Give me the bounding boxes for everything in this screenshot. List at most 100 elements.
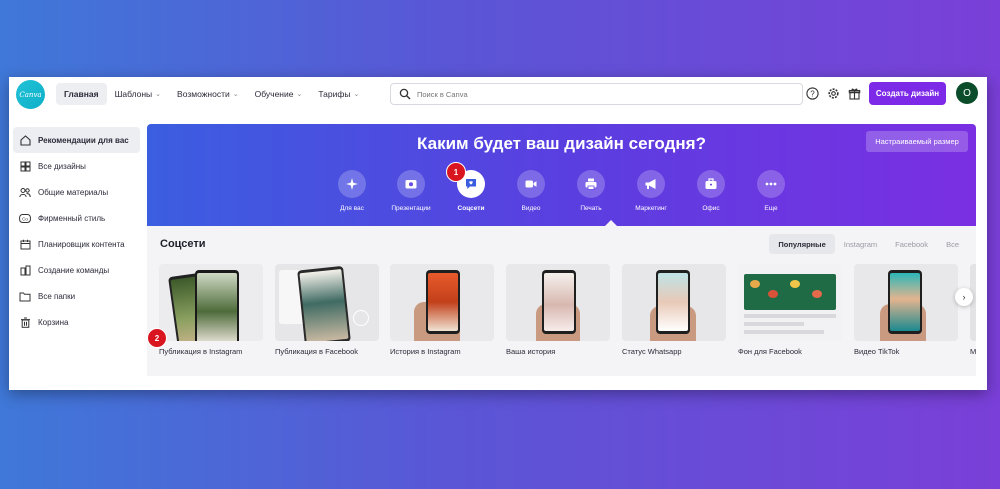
- annotation-badge-1: 1: [446, 162, 466, 182]
- template-card[interactable]: История в Instagram: [390, 264, 494, 356]
- section-title: Соцсети: [160, 238, 206, 250]
- help-icon[interactable]: ?: [805, 86, 819, 100]
- create-design-button[interactable]: Создать дизайн: [869, 82, 946, 105]
- annotation-badge-2: 2: [147, 328, 167, 348]
- chevron-down-icon: ⌄: [155, 91, 162, 98]
- category-video[interactable]: Видео: [501, 170, 561, 212]
- nav-learn[interactable]: Обучение ⌄: [247, 83, 311, 105]
- sidebar: Рекомендации для вас Все дизайны Общие м…: [9, 127, 144, 335]
- sidebar-item-brand[interactable]: Co Фирменный стиль: [13, 205, 140, 231]
- nav-label: Главная: [64, 89, 99, 99]
- custom-size-button[interactable]: Настраиваемый размер: [866, 131, 968, 152]
- category-label: Для вас: [340, 205, 364, 212]
- main-nav: Главная Шаблоны ⌄ Возможности ⌄ Обучение ⌄ …: [56, 83, 367, 105]
- filter-all[interactable]: Все: [937, 234, 968, 254]
- category-print[interactable]: Печать: [561, 170, 621, 212]
- search-box[interactable]: [390, 83, 803, 105]
- template-card[interactable]: Видео TikTok: [854, 264, 958, 356]
- more-icon: [757, 170, 785, 198]
- category-label: Видео: [521, 205, 541, 212]
- folder-icon: [19, 290, 31, 302]
- template-card[interactable]: Ваша история: [506, 264, 610, 356]
- video-icon: [517, 170, 545, 198]
- category-presentations[interactable]: Презентации: [381, 170, 441, 212]
- nav-templates[interactable]: Шаблоны ⌄: [107, 83, 169, 105]
- nav-home[interactable]: Главная: [56, 83, 107, 105]
- canva-logo[interactable]: Canva: [16, 80, 45, 109]
- sidebar-item-planner[interactable]: Планировщик контента: [13, 231, 140, 257]
- nav-label: Возможности: [177, 89, 230, 99]
- sidebar-item-recommended[interactable]: Рекомендации для вас: [13, 127, 140, 153]
- filter-popular[interactable]: Популярные: [769, 234, 835, 254]
- category-more[interactable]: Еще: [741, 170, 801, 212]
- trash-icon: [19, 316, 31, 328]
- presentation-icon: [397, 170, 425, 198]
- template-label: Ваша история: [506, 347, 556, 356]
- sidebar-item-label: Планировщик контента: [38, 239, 125, 249]
- sidebar-item-create-team[interactable]: Создание команды: [13, 257, 140, 283]
- sidebar-item-all-designs[interactable]: Все дизайны: [13, 153, 140, 179]
- canva-window: Canva Главная Шаблоны ⌄ Возможности ⌄ Обуч…: [9, 77, 987, 390]
- chevron-down-icon: ⌄: [296, 91, 303, 98]
- category-label: Презентации: [391, 205, 431, 212]
- phone-image: [656, 270, 690, 334]
- template-card[interactable]: Фон для Facebook: [738, 264, 842, 356]
- category-label: Офис: [702, 205, 720, 212]
- hero-banner: Каким будет ваш дизайн сегодня? Настраив…: [147, 124, 976, 226]
- category-label: Соцсети: [457, 205, 485, 212]
- phone-image: [297, 265, 351, 341]
- sidebar-item-folders[interactable]: Все папки: [13, 283, 140, 309]
- chevron-down-icon: ⌄: [232, 91, 239, 98]
- sidebar-item-trash[interactable]: Корзина: [13, 309, 140, 335]
- search-input[interactable]: [417, 89, 797, 99]
- home-icon: [19, 134, 31, 146]
- template-card[interactable]: Статус Whatsapp: [622, 264, 726, 356]
- category-label: Маркетинг: [635, 205, 667, 212]
- filter-facebook[interactable]: Facebook: [886, 234, 937, 254]
- template-carousel: Публикация в Instagram Публикация в Face…: [159, 264, 976, 364]
- settings-gear-icon[interactable]: [826, 86, 840, 100]
- template-label: Видео TikTok: [854, 347, 900, 356]
- template-label: Фон для Facebook: [738, 347, 802, 356]
- brand-kit-icon: Co: [19, 212, 31, 224]
- template-thumbnail: [622, 264, 726, 341]
- category-label: Еще: [764, 205, 778, 212]
- phone-image: [195, 270, 239, 341]
- search-icon: [399, 88, 411, 100]
- template-thumbnail: [159, 264, 263, 341]
- gift-icon[interactable]: [847, 86, 861, 100]
- filter-instagram[interactable]: Instagram: [835, 234, 886, 254]
- phone-image: [542, 270, 576, 334]
- print-icon: [577, 170, 605, 198]
- category-for-you[interactable]: Для вас: [322, 170, 382, 212]
- template-label: История в Instagram: [390, 347, 461, 356]
- template-thumbnail: [506, 264, 610, 341]
- sidebar-item-label: Все папки: [38, 291, 76, 301]
- avatar[interactable]: О: [956, 82, 978, 104]
- grid-icon: [19, 160, 31, 172]
- nav-label: Обучение: [254, 89, 294, 99]
- nav-pricing[interactable]: Тарифы ⌄: [310, 83, 367, 105]
- sidebar-item-label: Рекомендации для вас: [38, 135, 129, 145]
- chevron-right-icon[interactable]: ›: [955, 288, 973, 306]
- template-label: Публикация в Instagram: [159, 347, 243, 356]
- people-icon: [19, 186, 31, 198]
- sidebar-item-label: Фирменный стиль: [38, 213, 106, 223]
- chevron-down-icon: ⌄: [353, 91, 360, 98]
- template-card[interactable]: Публикация в Instagram: [159, 264, 263, 356]
- category-office[interactable]: Офис: [681, 170, 741, 212]
- category-marketing[interactable]: Маркетинг: [621, 170, 681, 212]
- template-thumbnail: [275, 264, 379, 341]
- social-section: Соцсети Популярные Instagram Facebook Вс…: [147, 226, 976, 376]
- template-card[interactable]: М: [970, 264, 976, 356]
- calendar-icon: [19, 238, 31, 250]
- template-label: Публикация в Facebook: [275, 347, 359, 356]
- phone-image: [888, 270, 922, 334]
- nav-features[interactable]: Возможности ⌄: [169, 83, 247, 105]
- template-thumbnail: [854, 264, 958, 341]
- sidebar-item-shared[interactable]: Общие материалы: [13, 179, 140, 205]
- template-label: Статус Whatsapp: [622, 347, 682, 356]
- sidebar-item-label: Все дизайны: [38, 161, 86, 171]
- template-card[interactable]: Публикация в Facebook: [275, 264, 379, 356]
- sidebar-item-label: Общие материалы: [38, 187, 109, 197]
